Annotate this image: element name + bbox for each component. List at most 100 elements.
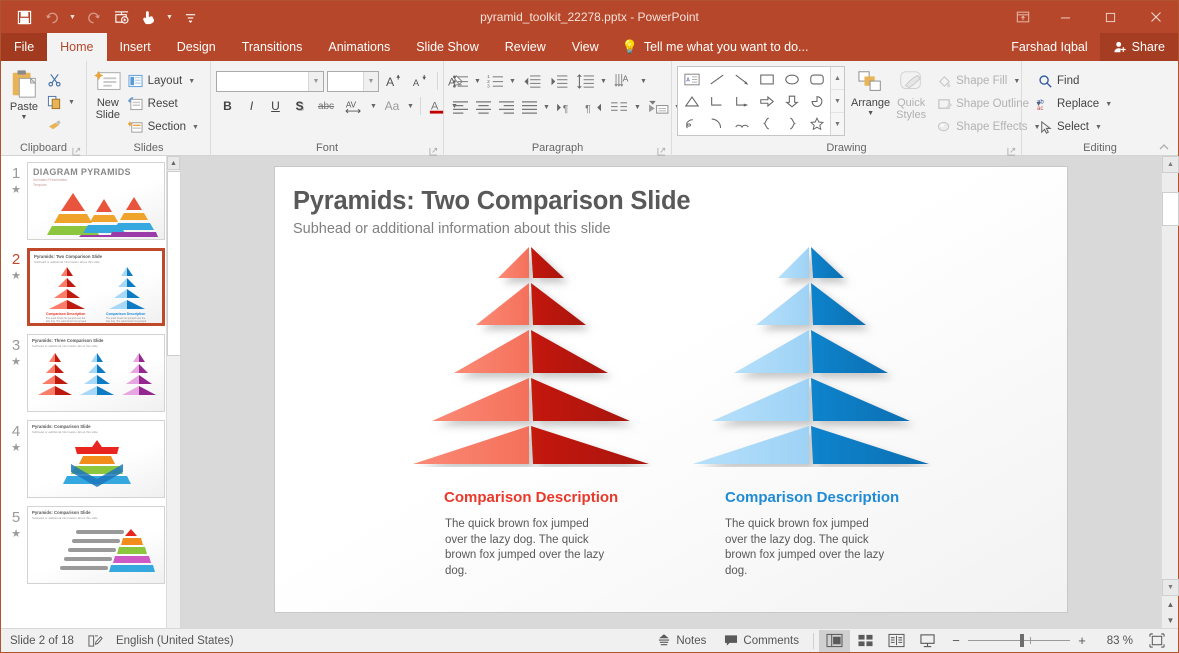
- font-dialog-launcher[interactable]: [429, 145, 438, 156]
- user-name[interactable]: Farshad Iqbal: [999, 40, 1099, 54]
- slide-show-view-button[interactable]: [912, 630, 943, 652]
- font-size-dropdown-icon[interactable]: ▼: [363, 71, 378, 91]
- italic-button[interactable]: I: [240, 95, 263, 117]
- select-button[interactable]: Select ▼: [1033, 116, 1118, 138]
- thumbnail-slide-2[interactable]: 2 ★ Pyramids: Two Comparison Slide Subhe…: [1, 248, 180, 334]
- tab-insert[interactable]: Insert: [107, 33, 164, 61]
- zoom-level-label[interactable]: 83 %: [1095, 635, 1133, 647]
- left-to-right-button[interactable]: ¶: [553, 96, 579, 118]
- oval-shape[interactable]: [779, 68, 804, 90]
- notes-button[interactable]: Notes: [648, 629, 715, 653]
- format-painter-button[interactable]: [42, 114, 81, 136]
- paste-dropdown-icon[interactable]: ▼: [21, 114, 28, 121]
- quick-styles-button[interactable]: Quick Styles: [896, 66, 926, 121]
- increase-font-size-button[interactable]: A: [382, 70, 405, 92]
- maximize-button[interactable]: [1088, 1, 1133, 33]
- thumbnail-slide-5[interactable]: 5 ★ Pyramids: Comparison Slide Subhead o…: [1, 506, 180, 592]
- columns-dropdown-icon[interactable]: ▼: [632, 96, 643, 118]
- thumbnail-scrollbar[interactable]: ▲: [166, 156, 180, 628]
- proofing-icon[interactable]: [83, 629, 107, 653]
- tab-home[interactable]: Home: [47, 33, 107, 61]
- slide-title[interactable]: Pyramids: Two Comparison Slide: [293, 187, 691, 216]
- decrease-indent-button[interactable]: [519, 70, 545, 92]
- copy-dropdown-icon[interactable]: ▼: [66, 91, 77, 113]
- right-column-heading[interactable]: Comparison Description: [725, 489, 899, 506]
- elbow-arrow-connector-shape[interactable]: [729, 90, 754, 112]
- save-icon[interactable]: [11, 5, 37, 29]
- strikethrough-button[interactable]: abc: [312, 95, 340, 117]
- arrow-shape[interactable]: [729, 68, 754, 90]
- zoom-handle[interactable]: [1020, 634, 1024, 647]
- undo-dropdown-icon[interactable]: ▼: [67, 5, 78, 29]
- zoom-in-button[interactable]: +: [1077, 633, 1087, 648]
- start-slideshow-icon[interactable]: [108, 5, 134, 29]
- text-shadow-button[interactable]: S: [288, 95, 311, 117]
- tab-slide-show[interactable]: Slide Show: [403, 33, 492, 61]
- right-brace-shape[interactable]: [779, 112, 804, 134]
- slide-indicator[interactable]: Slide 2 of 18: [1, 629, 83, 653]
- text-direction-dropdown-icon[interactable]: ▼: [638, 70, 649, 92]
- tell-me-search[interactable]: 💡 Tell me what you want to do...: [612, 33, 819, 61]
- thumbnail-image[interactable]: DIAGRAM PYRAMIDS Animated Presentation T…: [27, 162, 165, 240]
- star-shape[interactable]: [804, 112, 829, 134]
- reading-view-button[interactable]: [881, 630, 912, 652]
- font-size-combo[interactable]: ▼: [327, 70, 379, 92]
- thumbnail-scrollbar-thumb[interactable]: [167, 171, 180, 356]
- touch-mouse-mode-icon[interactable]: [136, 5, 162, 29]
- decrease-font-size-button[interactable]: A: [408, 70, 431, 92]
- tab-view[interactable]: View: [559, 33, 612, 61]
- customize-qat-icon[interactable]: [177, 5, 203, 29]
- justify-button[interactable]: [518, 96, 540, 118]
- character-spacing-button[interactable]: AV: [341, 95, 367, 117]
- paste-button[interactable]: Paste ▼: [6, 66, 42, 121]
- normal-view-button[interactable]: [819, 629, 850, 652]
- scribble-shape[interactable]: [679, 112, 704, 134]
- section-button[interactable]: Section ▼: [124, 116, 205, 138]
- shapes-gallery-scrollbar[interactable]: ▲ ▼ ▼: [830, 67, 844, 135]
- font-name-dropdown-icon[interactable]: ▼: [308, 71, 323, 91]
- thumbnail-image[interactable]: Pyramids: Two Comparison Slide Subhead o…: [27, 248, 165, 326]
- tab-transitions[interactable]: Transitions: [229, 33, 316, 61]
- shape-fill-dropdown-icon[interactable]: ▼: [1011, 70, 1022, 92]
- pyramid-left-red[interactable]: [411, 245, 651, 467]
- change-case-dropdown-icon[interactable]: ▼: [405, 95, 416, 117]
- zoom-out-button[interactable]: −: [951, 633, 961, 648]
- next-slide-button[interactable]: ▼: [1162, 612, 1179, 628]
- touch-mode-dropdown-icon[interactable]: ▼: [164, 5, 175, 29]
- slide-sorter-view-button[interactable]: [850, 630, 881, 652]
- thumbnail-scroll-up-button[interactable]: ▲: [167, 156, 180, 170]
- left-column-body[interactable]: The quick brown fox jumped over the lazy…: [445, 517, 610, 579]
- arc-shape[interactable]: [704, 112, 729, 134]
- thumbnail-image[interactable]: Pyramids: Three Comparison Slide Subhead…: [27, 334, 165, 412]
- tab-animations[interactable]: Animations: [315, 33, 403, 61]
- slide-vertical-scrollbar[interactable]: ▲ ▼ ▲ ▼: [1161, 156, 1179, 628]
- select-dropdown-icon[interactable]: ▼: [1093, 116, 1104, 138]
- underline-button[interactable]: U: [264, 95, 287, 117]
- language-indicator[interactable]: English (United States): [107, 629, 243, 653]
- pyramid-right-blue[interactable]: [691, 245, 931, 467]
- rounded-rectangle-shape[interactable]: [804, 68, 829, 90]
- align-left-button[interactable]: [449, 96, 471, 118]
- find-button[interactable]: Find: [1033, 70, 1118, 92]
- layout-dropdown-icon[interactable]: ▼: [186, 70, 197, 92]
- cut-button[interactable]: [42, 68, 81, 90]
- slide-canvas[interactable]: Pyramids: Two Comparison Slide Subhead o…: [181, 156, 1161, 628]
- shapes-gallery-more-icon[interactable]: ▼: [831, 113, 844, 135]
- right-to-left-button[interactable]: ¶: [580, 96, 606, 118]
- layout-button[interactable]: Layout ▼: [124, 70, 205, 92]
- pie-shape[interactable]: [804, 90, 829, 112]
- numbering-button[interactable]: 123: [484, 70, 506, 92]
- down-arrow-shape[interactable]: [779, 90, 804, 112]
- tab-file[interactable]: File: [1, 33, 48, 61]
- font-name-combo[interactable]: ▼: [216, 70, 324, 92]
- drawing-dialog-launcher[interactable]: [1007, 145, 1016, 156]
- left-column-heading[interactable]: Comparison Description: [444, 489, 618, 506]
- section-dropdown-icon[interactable]: ▼: [190, 116, 201, 138]
- thumbnail-image[interactable]: Pyramids: Comparison Slide Subhead or ad…: [27, 506, 165, 584]
- share-button[interactable]: Share: [1099, 33, 1178, 61]
- redo-icon[interactable]: [80, 5, 106, 29]
- text-box-shape[interactable]: A: [679, 68, 704, 90]
- tab-review[interactable]: Review: [492, 33, 559, 61]
- zoom-slider[interactable]: − +: [943, 633, 1095, 648]
- bold-button[interactable]: B: [216, 95, 239, 117]
